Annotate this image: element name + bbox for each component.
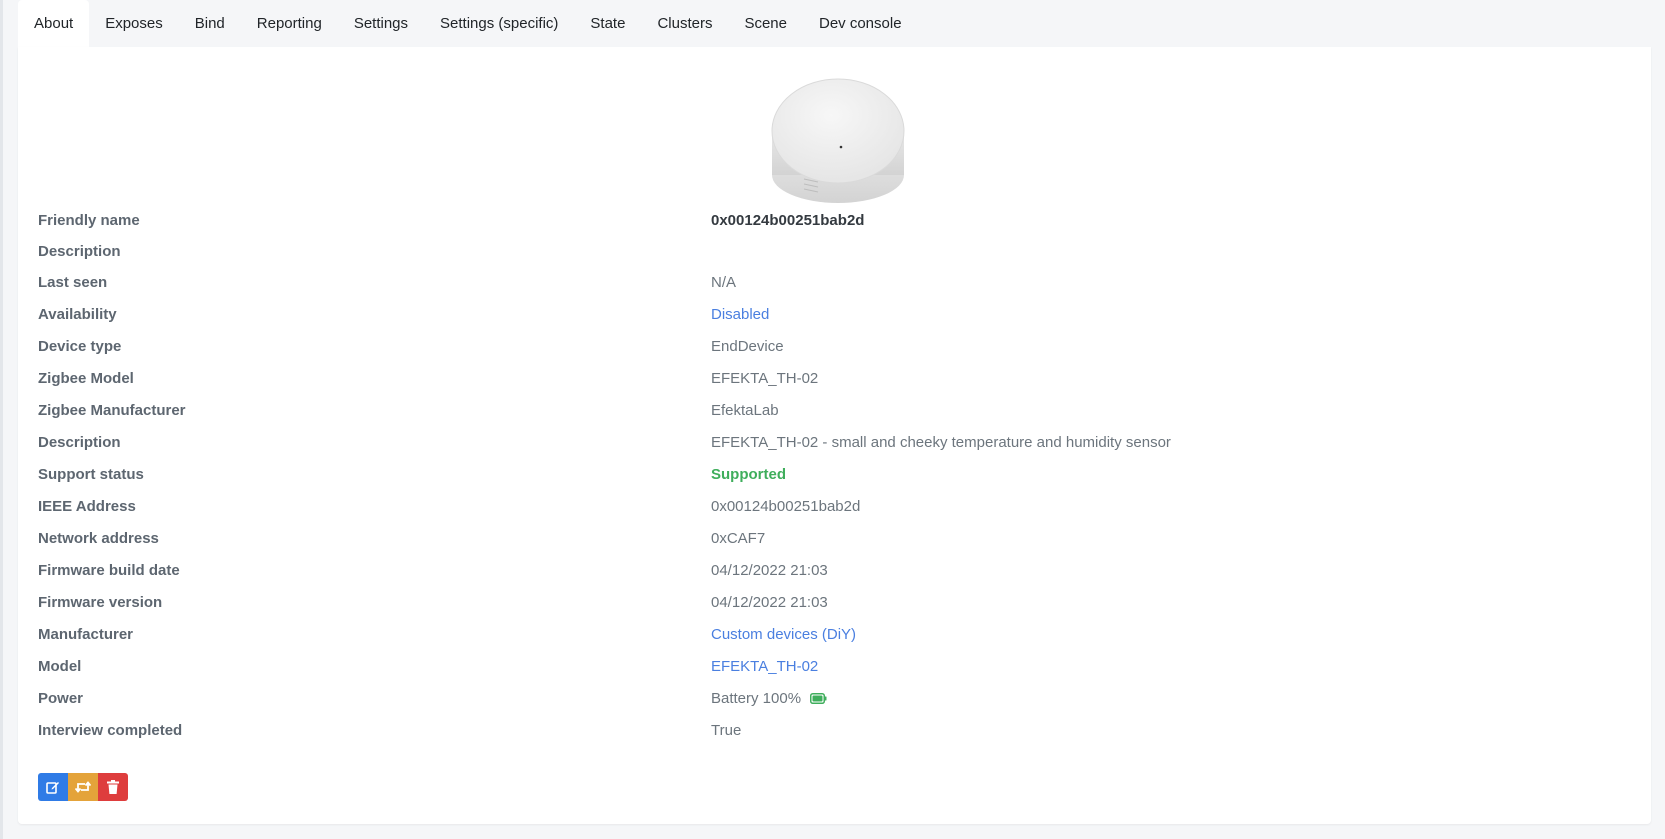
friendly-name-value: 0x00124b00251bab2d xyxy=(711,211,865,229)
retweet-icon xyxy=(75,781,91,793)
info-row: Description xyxy=(38,236,1638,266)
model-description-label: Description xyxy=(38,433,121,451)
info-row: IEEE Address 0x00124b00251bab2d xyxy=(38,490,1638,522)
device-actions xyxy=(38,773,128,801)
firmware-build-date-value: 04/12/2022 21:03 xyxy=(711,561,828,579)
tab-scene[interactable]: Scene xyxy=(728,0,803,47)
tab-clusters[interactable]: Clusters xyxy=(641,0,728,47)
description-label: Description xyxy=(38,242,121,260)
tab-dev-console[interactable]: Dev console xyxy=(803,0,918,47)
info-row: Manufacturer Custom devices (DiY) xyxy=(38,618,1638,650)
info-row: Interview completed True xyxy=(38,714,1638,746)
left-border xyxy=(0,0,3,839)
edit-icon xyxy=(46,782,59,794)
device-image xyxy=(771,78,905,203)
model-label: Model xyxy=(38,657,82,675)
info-row: Device type EndDevice xyxy=(38,330,1638,362)
info-row: Network address 0xCAF7 xyxy=(38,522,1638,554)
tab-settings-specific[interactable]: Settings (specific) xyxy=(424,0,574,47)
interview-completed-label: Interview completed xyxy=(38,721,183,739)
tab-state[interactable]: State xyxy=(574,0,641,47)
firmware-build-date-label: Firmware build date xyxy=(38,561,180,579)
about-card: Friendly name 0x00124b00251bab2d Descrip… xyxy=(18,47,1651,824)
trash-icon xyxy=(107,780,119,794)
zigbee-manufacturer-label: Zigbee Manufacturer xyxy=(38,401,186,419)
tab-exposes[interactable]: Exposes xyxy=(89,0,179,47)
tab-about[interactable]: About xyxy=(18,0,90,47)
info-row: Availability Disabled xyxy=(38,298,1638,330)
power-text: Battery 100% xyxy=(711,689,802,707)
support-status-value: Supported xyxy=(711,465,786,483)
info-row: Firmware version 04/12/2022 21:03 xyxy=(38,586,1638,618)
model-description-value: EFEKTA_TH-02 - small and cheeky temperat… xyxy=(711,433,1171,451)
manufacturer-link[interactable]: Custom devices (DiY) xyxy=(711,626,856,643)
rename-button[interactable] xyxy=(38,773,68,801)
zigbee-manufacturer-value: EfektaLab xyxy=(711,401,779,419)
info-row: Firmware build date 04/12/2022 21:03 xyxy=(38,554,1638,586)
last-seen-label: Last seen xyxy=(38,273,108,291)
info-row: Zigbee Model EFEKTA_TH-02 xyxy=(38,362,1638,394)
availability-link[interactable]: Disabled xyxy=(711,306,769,323)
power-value: Battery 100% xyxy=(711,690,827,707)
model-link[interactable]: EFEKTA_TH-02 xyxy=(711,658,818,675)
network-address-label: Network address xyxy=(38,529,159,547)
device-page: About Exposes Bind Reporting Settings Se… xyxy=(0,0,1665,839)
info-row: Last seen N/A xyxy=(38,266,1638,298)
interview-completed-value: True xyxy=(711,721,742,739)
last-seen-value: N/A xyxy=(711,273,737,291)
device-type-label: Device type xyxy=(38,337,122,355)
info-row: Zigbee Manufacturer EfektaLab xyxy=(38,394,1638,426)
availability-label: Availability xyxy=(38,305,117,323)
ieee-address-value: 0x00124b00251bab2d xyxy=(711,497,861,515)
battery-full-icon xyxy=(810,692,827,704)
ieee-address-label: IEEE Address xyxy=(38,497,136,515)
firmware-version-value: 04/12/2022 21:03 xyxy=(711,593,828,611)
firmware-version-label: Firmware version xyxy=(38,593,163,611)
manufacturer-label: Manufacturer xyxy=(38,625,134,643)
reconfigure-button[interactable] xyxy=(68,773,98,801)
friendly-name-label: Friendly name xyxy=(38,211,140,229)
info-row: Support status Supported xyxy=(38,458,1638,490)
zigbee-model-value: EFEKTA_TH-02 xyxy=(711,369,819,387)
device-info: Friendly name 0x00124b00251bab2d Descrip… xyxy=(38,204,1638,746)
power-label: Power xyxy=(38,689,84,707)
support-status-label: Support status xyxy=(38,465,144,483)
device-type-value: EndDevice xyxy=(711,337,784,355)
info-row: Model EFEKTA_TH-02 xyxy=(38,650,1638,682)
device-tabs: About Exposes Bind Reporting Settings Se… xyxy=(18,0,918,47)
tab-settings[interactable]: Settings xyxy=(338,0,424,47)
tab-reporting[interactable]: Reporting xyxy=(241,0,338,47)
zigbee-model-label: Zigbee Model xyxy=(38,369,134,387)
info-row: Friendly name 0x00124b00251bab2d xyxy=(38,204,1638,236)
network-address-value: 0xCAF7 xyxy=(711,529,766,547)
remove-button[interactable] xyxy=(98,773,128,801)
tab-bind[interactable]: Bind xyxy=(179,0,241,47)
info-row: Description EFEKTA_TH-02 - small and che… xyxy=(38,426,1638,458)
info-row: Power Battery 100% xyxy=(38,682,1638,714)
